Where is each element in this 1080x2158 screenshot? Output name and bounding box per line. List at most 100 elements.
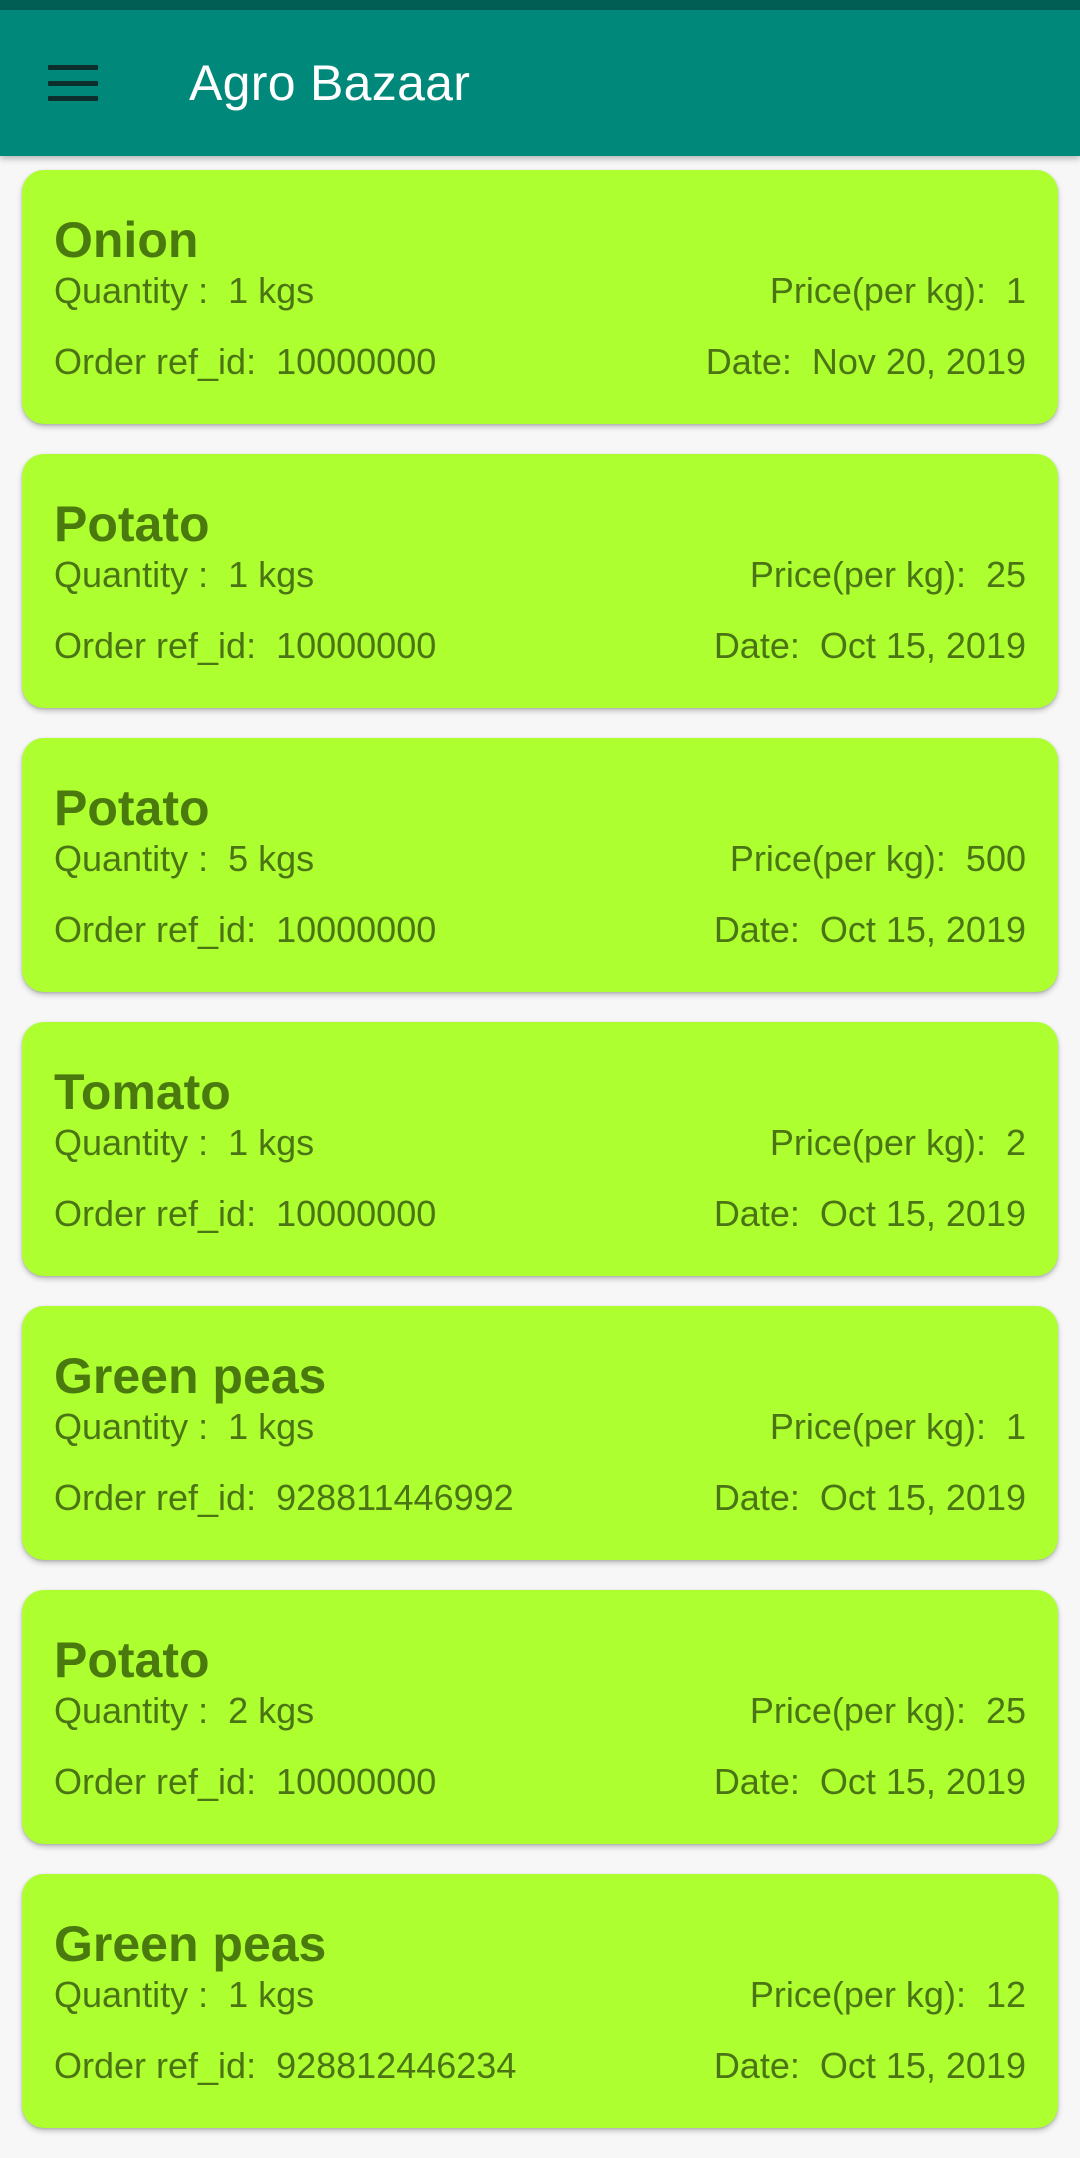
date-value: Oct 15, 2019 [819,909,1026,950]
quantity-price-row: Quantity : 1 kgs Price(per kg): 1 [54,266,1026,316]
quantity-label: Quantity : [54,1974,209,2015]
price-group: Price(per kg): 12 [750,1974,1026,2016]
order-card[interactable]: Potato Quantity :1 kgs Price(per kg): 25 … [22,454,1058,708]
price-value: 500 [965,838,1026,879]
order-ref-value: 10000000 [276,625,437,666]
order-ref-label: Order ref_id: [54,2045,257,2086]
date-label: Date: [713,2045,800,2086]
date-group: Date: Oct 15, 2019 [714,2045,1026,2087]
order-ref-value: 928811446992 [276,1477,514,1518]
quantity-label: Quantity : [54,838,209,879]
order-list[interactable]: Onion Quantity : 1 kgs Price(per kg): 1 Or… [0,170,1080,2158]
status-bar [0,0,1080,10]
quantity-price-row: Quantity : 1 kgs Price(per kg): 2 [54,1118,1026,1168]
price-value: 1 [1005,270,1026,311]
price-group: Price(per kg): 2 [770,1122,1026,1164]
product-name: Tomato [54,1064,231,1120]
order-ref-value: 10000000 [276,1193,437,1234]
product-name: Potato [54,1632,210,1688]
order-card[interactable]: Onion Quantity : 1 kgs Price(per kg): 1 Or… [22,170,1058,424]
date-label: Date: [713,625,800,666]
price-label: Price(per kg): [769,270,986,311]
product-name: Onion [54,212,199,268]
quantity-group: Quantity : 1 kgs [54,1974,314,2016]
quantity-value: 1 kgs [228,554,315,595]
date-value: Oct 15, 2019 [819,1477,1026,1518]
quantity-group: Quantity : 1 kgs [54,554,314,596]
product-name: Green peas [54,1916,327,1972]
date-group: Date: Oct 15, 2019 [714,1761,1026,1803]
quantity-price-row: Quantity : 1 kgs Price(per kg): 1 [54,1402,1026,1452]
order-ref-value: 10000000 [276,341,437,382]
quantity-value: 1 kgs [228,1974,315,2015]
ref-date-row: Order ref_id: 10000000 Date: Nov 20, 2019 [54,337,1026,387]
product-name: Potato [54,496,210,552]
order-ref-group: Order ref_id: 10000000 [54,1193,436,1235]
quantity-label: Quantity : [54,1122,209,1163]
order-ref-label: Order ref_id: [54,625,257,666]
ref-date-row: Order ref_id: 928812446234 Date: Oct 15, 2… [54,2041,1026,2091]
date-group: Date: Nov 20, 2019 [706,341,1026,383]
order-ref-group: Order ref_id: 928811446992 [54,1477,514,1519]
order-card[interactable]: Potato Quantity : 5 kgs Price(per kg): 500… [22,738,1058,992]
order-ref-group: Order ref_id: 10000000 [54,1761,436,1803]
app-title: Agro Bazaar [189,55,471,111]
order-ref-label: Order ref_id: [54,1477,257,1518]
order-card[interactable]: Tomato Quantity : 1 kgs Price(per kg): 2 O… [22,1022,1058,1276]
ref-date-row: Order ref_id: 10000000 Date: Oct 15, 2019 [54,905,1026,955]
quantity-group: Quantity : 1 kgs [54,1406,314,1448]
date-value: Oct 15, 2019 [819,1761,1026,1802]
order-ref-group: Order ref_id: 10000000 [54,625,436,667]
order-ref-label: Order ref_id: [54,341,257,382]
quantity-price-row: Quantity : 2 kgs Price(per kg): 25 [54,1686,1026,1736]
quantity-label: Quantity : [54,554,209,595]
order-ref-label: Order ref_id: [54,1193,257,1234]
quantity-value: 1 kgs [228,1122,315,1163]
order-ref-label: Order ref_id: [54,1761,257,1802]
price-value: 12 [985,1974,1026,2015]
quantity-label: Quantity : [54,1690,209,1731]
hamburger-menu-icon [48,65,98,101]
order-ref-label: Order ref_id: [54,909,257,950]
ref-date-row: Order ref_id: 10000000 Date: Oct 15, 2019 [54,1189,1026,1239]
date-value: Nov 20, 2019 [811,341,1026,382]
quantity-group: Quantity : 2 kgs [54,1690,314,1732]
price-value: 1 [1005,1406,1026,1447]
price-group: Price(per kg): 500 [730,838,1026,880]
date-group: Date: Oct 15, 2019 [714,625,1026,667]
quantity-group: Quantity : 1 kgs [54,270,314,312]
quantity-price-row: Quantity : 5 kgs Price(per kg): 500 [54,834,1026,884]
quantity-value: 5 kgs [228,838,315,879]
price-label: Price(per kg): [769,1122,986,1163]
app-bar: Agro Bazaar [0,10,1080,156]
quantity-value: 1 kgs [228,1406,315,1447]
product-name: Green peas [54,1348,327,1404]
price-group: Price(per kg): 25 [750,1690,1026,1732]
price-label: Price(per kg): [769,1406,986,1447]
price-label: Price(per kg): [749,1690,966,1731]
price-group: Price(per kg): 25 [750,554,1026,596]
date-value: Oct 15, 2019 [819,1193,1026,1234]
order-ref-group: Order ref_id: 10000000 [54,341,436,383]
price-value: 25 [985,554,1026,595]
date-group: Date: Oct 15, 2019 [714,909,1026,951]
quantity-label: Quantity : [54,1406,209,1447]
price-label: Price(per kg): [749,1974,966,2015]
ref-date-row: Order ref_id: 10000000 Date: Oct 15, 2019 [54,621,1026,671]
quantity-value: 2 kgs [228,1690,315,1731]
order-ref-value: 928812446234 [276,2045,517,2086]
menu-button[interactable] [30,48,116,118]
order-ref-group: Order ref_id: 10000000 [54,909,436,951]
quantity-price-row: Quantity : 1 kgs Price(per kg): 25 [54,550,1026,600]
price-group: Price(per kg): 1 [770,1406,1026,1448]
date-value: Oct 15, 2019 [819,625,1026,666]
product-name: Potato [54,780,210,836]
order-ref-value: 10000000 [276,909,437,950]
order-card[interactable]: Green peas Quantity : 1 kgs Price(per kg)… [22,1306,1058,1560]
quantity-price-row: Quantity : 1 kgs Price(per kg): 12 [54,1970,1026,2020]
order-card[interactable]: Potato Quantity :2 kgs Price(per kg): 25 … [22,1590,1058,1844]
date-group: Date: Oct 15, 2019 [714,1193,1026,1235]
date-group: Date: Oct 15, 2019 [714,1477,1026,1519]
order-card[interactable]: Green peas Quantity : 1 kgs Price(per kg)… [22,1874,1058,2128]
date-label: Date: [713,1193,800,1234]
